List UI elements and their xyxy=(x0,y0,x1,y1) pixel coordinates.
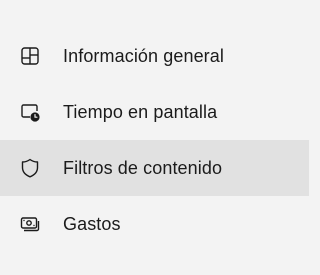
dashboard-grid-icon xyxy=(19,45,41,67)
sidebar-nav: Información general Tiempo en pantalla F… xyxy=(0,28,309,252)
nav-item-informacion-general[interactable]: Información general xyxy=(0,28,309,84)
screen-time-icon xyxy=(19,101,41,123)
shield-icon xyxy=(19,157,41,179)
nav-item-label: Filtros de contenido xyxy=(63,157,223,178)
nav-item-gastos[interactable]: Gastos xyxy=(0,196,309,252)
nav-item-tiempo-en-pantalla[interactable]: Tiempo en pantalla xyxy=(0,84,309,140)
nav-item-filtros-de-contenido[interactable]: Filtros de contenido xyxy=(0,140,309,196)
nav-item-label: Gastos xyxy=(63,213,121,234)
nav-item-label: Información general xyxy=(63,45,224,66)
nav-item-label: Tiempo en pantalla xyxy=(63,101,218,122)
money-icon xyxy=(19,213,41,235)
